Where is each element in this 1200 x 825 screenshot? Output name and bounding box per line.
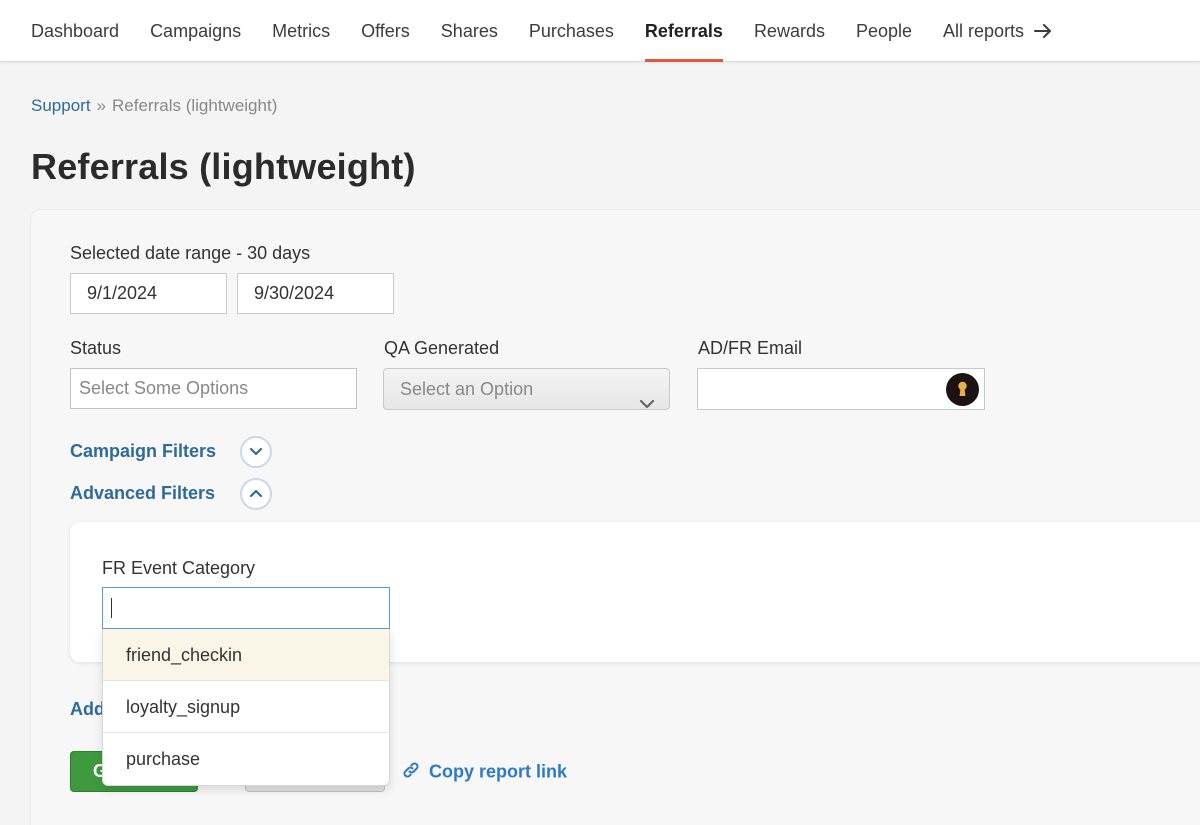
campaign-filters-expand-button[interactable] xyxy=(240,436,272,468)
nav-item-dashboard[interactable]: Dashboard xyxy=(31,0,119,62)
date-range-label: Selected date range - 30 days xyxy=(70,243,311,263)
email-input[interactable] xyxy=(697,368,985,410)
breadcrumb-current: Referrals (lightweight) xyxy=(112,96,278,115)
qa-generated-select[interactable]: Select an Option xyxy=(383,368,670,410)
nav-item-shares[interactable]: Shares xyxy=(441,0,498,62)
password-manager-keyhole-icon[interactable] xyxy=(946,373,979,406)
filters-card: Selected date range - 30 days 9/1/2024 9… xyxy=(31,210,1200,825)
copy-report-link[interactable]: Copy report link xyxy=(401,760,567,785)
campaign-filters-toggle[interactable]: Campaign Filters xyxy=(70,441,216,462)
status-label: Status xyxy=(70,338,122,358)
dropdown-option-loyalty-signup[interactable]: loyalty_signup xyxy=(103,681,389,733)
qa-generated-label: QA Generated xyxy=(384,338,500,358)
nav-list: Dashboard Campaigns Metrics Offers Share… xyxy=(31,0,1083,62)
add-filter-link[interactable]: Add xyxy=(70,699,105,720)
top-navigation: Dashboard Campaigns Metrics Offers Share… xyxy=(0,0,1200,62)
nav-item-rewards[interactable]: Rewards xyxy=(754,0,825,62)
nav-item-metrics[interactable]: Metrics xyxy=(272,0,330,62)
dropdown-option-purchase[interactable]: purchase xyxy=(103,733,389,785)
nav-item-referrals[interactable]: Referrals xyxy=(644,0,723,62)
breadcrumb-separator: » xyxy=(96,96,107,115)
page-title: Referrals (lightweight) xyxy=(31,146,416,187)
nav-item-people[interactable]: People xyxy=(856,0,912,62)
dropdown-option-friend-checkin[interactable]: friend_checkin xyxy=(103,629,389,681)
status-multiselect[interactable]: Select Some Options xyxy=(70,368,357,409)
end-date-input[interactable]: 9/30/2024 xyxy=(237,273,394,314)
nav-item-offers[interactable]: Offers xyxy=(361,0,410,62)
chevron-down-icon xyxy=(639,383,655,423)
email-label: AD/FR Email xyxy=(698,338,803,358)
advanced-filters-collapse-button[interactable] xyxy=(240,478,272,510)
fr-event-category-label: FR Event Category xyxy=(102,558,256,578)
breadcrumb-support-link[interactable]: Support xyxy=(31,96,91,115)
start-date-input[interactable]: 9/1/2024 xyxy=(70,273,227,314)
nav-item-all-reports-label: All reports xyxy=(943,21,1025,41)
nav-item-campaigns[interactable]: Campaigns xyxy=(150,0,241,62)
copy-report-link-label: Copy report link xyxy=(429,761,568,782)
nav-item-purchases[interactable]: Purchases xyxy=(529,0,614,62)
fr-event-category-search-input[interactable] xyxy=(102,587,390,629)
text-cursor xyxy=(111,598,112,618)
breadcrumb: Support » Referrals (lightweight) xyxy=(31,96,277,116)
arrow-right-icon xyxy=(1034,1,1052,63)
advanced-filters-toggle[interactable]: Advanced Filters xyxy=(70,483,215,504)
qa-generated-placeholder: Select an Option xyxy=(400,379,534,399)
fr-event-category-dropdown: friend_checkin loyalty_signup purchase xyxy=(102,629,390,786)
nav-item-all-reports[interactable]: All reports xyxy=(943,0,1052,62)
link-icon xyxy=(401,760,421,785)
